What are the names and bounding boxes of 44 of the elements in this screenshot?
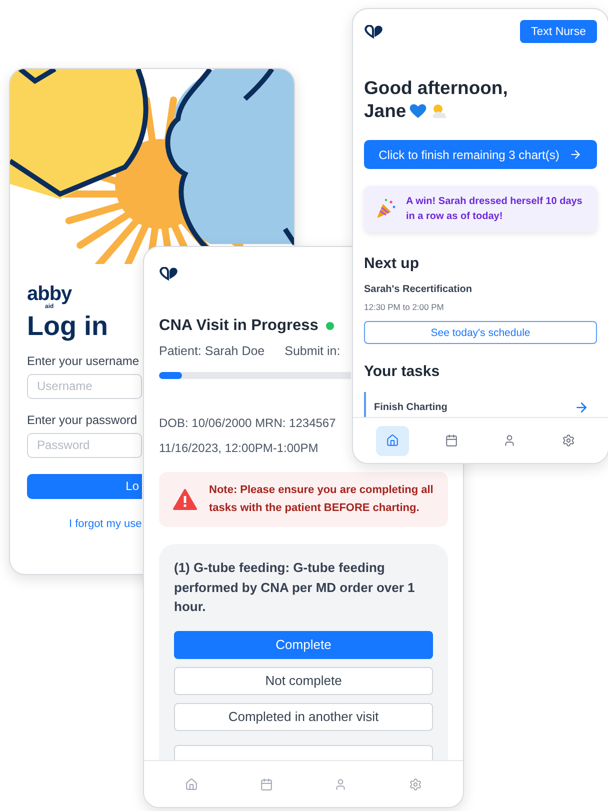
settings-icon: [562, 434, 576, 447]
sun-cloud-icon: [430, 102, 448, 119]
arrow-right-icon: [569, 148, 582, 162]
patient-name: Patient: Sarah Doe: [159, 344, 265, 358]
greeting-text: Good afternoon,: [364, 77, 508, 100]
finish-charts-button[interactable]: Click to finish remaining 3 chart(s): [364, 140, 597, 170]
field-label: Enter your username: [27, 354, 140, 368]
user-icon: [334, 778, 348, 790]
text-nurse-button[interactable]: Text Nurse: [520, 20, 597, 43]
schedule-button[interactable]: See today's schedule: [364, 321, 597, 344]
section-heading: Your tasks: [364, 363, 441, 380]
login-button[interactable]: Lo: [27, 474, 142, 499]
calendar-icon: [260, 778, 273, 790]
section-heading: Next up: [364, 255, 420, 272]
home-icon: [386, 434, 399, 447]
note-text: Note: Please ensure you are completing all tasks with the patient BEFORE charting.: [209, 483, 434, 516]
login-title: Log in: [27, 312, 108, 342]
user-icon: [503, 434, 516, 447]
task-option-button[interactable]: Complete: [174, 630, 433, 659]
calendar-icon: [444, 434, 458, 447]
arrow-right-icon: [574, 400, 589, 416]
visit-detail: 11/16/2023, 12:00PM-1:00PM: [159, 441, 318, 455]
heart-icon: [409, 102, 428, 119]
visit-detail: DOB: 10/06/2000 MRN: 1234567: [159, 416, 336, 430]
home-tab[interactable]: [376, 426, 409, 456]
task-description: (1) G-tube feeding: G-tube feeding performed by CNA per MD order over 1 hour.: [174, 559, 416, 616]
appointment-time: 12:30 PM to 2:00 PM: [364, 302, 445, 312]
warning-icon: [173, 489, 197, 510]
submit-label: Submit in:: [284, 344, 340, 358]
appointment-title: Sarah's Recertification: [364, 284, 473, 296]
heart-logo-icon: [159, 267, 179, 281]
input-field[interactable]: Username: [27, 374, 142, 399]
heart-logo-icon: [364, 24, 384, 38]
win-text: A win! Sarah dressed herself 10 days in a row as of today!: [406, 195, 584, 224]
logo-wordmark: abby: [27, 284, 72, 304]
settings-icon: [409, 778, 422, 790]
task-option-button[interactable]: Completed in another visit: [174, 702, 433, 731]
home-icon: [184, 778, 198, 790]
forgot-link[interactable]: I forgot my use: [69, 518, 142, 530]
greeting-text: Jane: [364, 100, 406, 122]
field-label: Enter your password: [27, 412, 138, 427]
visit-title: CNA Visit in Progress: [159, 317, 318, 335]
input-field[interactable]: Password: [27, 432, 142, 458]
task-option-button[interactable]: Not complete: [174, 666, 433, 695]
